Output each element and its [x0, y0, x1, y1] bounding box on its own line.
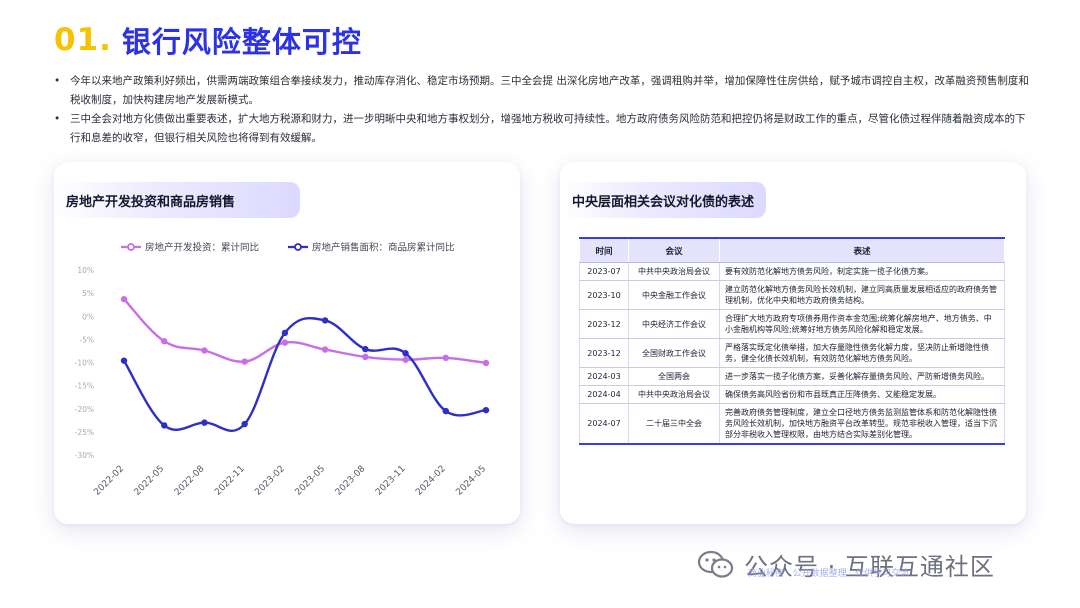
- table-row: 2023-12 全国财政工作会议 严格落实既定化债举措，加大存量隐性债务化解力度…: [579, 338, 1005, 368]
- cell-time: 2023-12: [579, 309, 629, 339]
- cell-time: 2024-07: [579, 403, 629, 445]
- y-tick-label: 0%: [82, 312, 94, 321]
- cell-statement: 进一步落实一揽子化债方案，妥善化解存量债务风险、严防新增债务风险。: [719, 367, 1005, 386]
- y-tick-label: -30%: [75, 451, 94, 460]
- data-point: [281, 339, 289, 346]
- legend-label: 房地产开发投资：累计同比: [145, 242, 259, 254]
- cell-meeting: 中共中央政治局会议: [628, 262, 720, 281]
- x-tick-label: 2023-02: [253, 464, 287, 498]
- series-line: [123, 298, 487, 365]
- cell-meeting: 全国财政工作会议: [628, 338, 720, 368]
- header-time: 时间: [579, 237, 629, 263]
- data-point: [241, 358, 248, 365]
- data-point: [362, 345, 369, 353]
- data-point: [321, 317, 329, 324]
- data-point: [362, 353, 369, 361]
- cell-meeting: 中央金融工作会议: [628, 280, 720, 310]
- cell-statement: 要有效防范化解地方债务风险，制定实施一揽子化债方案。: [719, 262, 1005, 281]
- legend-marker: [127, 243, 135, 251]
- cell-statement: 严格落实既定化债举措，加大存量隐性债务化解力度，坚决防止新增隐性债务，健全化债长…: [719, 338, 1005, 368]
- bullet-item: 今年以来地产政策利好频出，供需两端政策组合拳接续发力，推动库存消化、稳定市场预期…: [54, 72, 1032, 110]
- table-row: 2023-12 中央经济工作会议 合理扩大地方政府专项债券用作资本金范围;统筹化…: [579, 309, 1005, 339]
- chart-card: 房地产开发投资和商品房销售 10% 5% 0% -5% -10% -15% -20% -25%…: [54, 162, 520, 524]
- data-point: [241, 420, 248, 428]
- table-header-row: 时间 会议 表述: [579, 237, 1005, 263]
- table-row: 2023-07 中共中央政治局会议 要有效防范化解地方债务风险，制定实施一揽子化…: [579, 262, 1005, 281]
- cell-time: 2024-04: [579, 385, 629, 404]
- bullet-item: 三中全会对地方化债做出重要表述，扩大地方税源和财力，进一步明晰中央和地方事权划分…: [54, 110, 1032, 148]
- meeting-table: 时间 会议 表述 2023-07 中共中央政治局会议 要有效防范化解地方债务风险…: [579, 237, 1005, 445]
- legend-marker: [294, 243, 302, 251]
- y-tick-label: 10%: [77, 266, 94, 275]
- data-point: [161, 338, 168, 345]
- header-statement: 表述: [719, 237, 1005, 263]
- series-line: [122, 316, 487, 432]
- section-title: 银行风险整体可控: [121, 25, 362, 59]
- section-number: 01.: [54, 22, 112, 58]
- cell-time: 2023-07: [579, 262, 629, 281]
- cell-meeting: 全国两会: [628, 367, 720, 386]
- data-point: [120, 357, 128, 364]
- table-row: 2024-03 全国两会 进一步落实一揽子化债方案，妥善化解存量债务风险、严防新…: [579, 367, 1005, 386]
- data-point: [201, 347, 208, 354]
- table-row: 2024-07 二十届三中全会 完善政府债务管理制度，建立全口径地方债务监测监管…: [579, 403, 1005, 445]
- data-point: [321, 346, 329, 353]
- page-title: 01. 银行风险整体可控: [54, 18, 362, 62]
- cell-time: 2023-10: [579, 280, 629, 310]
- line-chart: 10%5%0%-5%-10%-15%-20%-25%-30%2022-02 202…: [75, 242, 490, 498]
- cell-meeting: 中共中央政治局会议: [628, 385, 720, 404]
- cell-time: 2023-12: [579, 338, 629, 368]
- cell-meeting: 中央经济工作会议: [628, 309, 720, 339]
- cell-statement: 合理扩大地方政府专项债券用作资本金范围;统筹化解房地产、地方债务、中小金融机构等…: [719, 309, 1005, 339]
- data-point: [482, 406, 490, 414]
- table-card-title: 中央层面相关会议对化债的表述: [560, 182, 766, 218]
- cell-statement: 完善政府债务管理制度，建立全口径地方债务监测监管体系和防范化解隐性债务风险长效机…: [719, 403, 1005, 445]
- cell-meeting: 二十届三中全会: [628, 403, 720, 445]
- x-tick-label: 2024-02: [414, 464, 448, 498]
- x-tick-label: 2022-11: [213, 464, 247, 498]
- data-point: [402, 350, 409, 357]
- table-row: 2024-04 中共中央政治局会议 确保债务高风险省份和市县既真正压降债务、又能…: [579, 385, 1005, 404]
- wechat-icon: [697, 550, 734, 578]
- data-point: [201, 419, 208, 426]
- data-point: [442, 354, 449, 362]
- data-point: [442, 407, 449, 415]
- y-tick-label: -15%: [75, 382, 94, 391]
- data-point: [482, 359, 490, 367]
- x-tick-label: 2023-11: [374, 464, 408, 498]
- header-meeting: 会议: [628, 237, 720, 263]
- x-tick-label: 2024-05: [454, 464, 488, 498]
- y-tick-label: 5%: [82, 289, 94, 298]
- y-tick-label: -10%: [75, 359, 94, 368]
- x-tick-label: 2022-02: [92, 464, 126, 498]
- cell-statement: 建立防范化解地方债务风险长效机制，建立同高质量发展相适应的政府债务管理机制，优化…: [719, 280, 1005, 310]
- cell-statement: 确保债务高风险省份和市县既真正压降债务、又能稳定发展。: [719, 385, 1005, 404]
- y-tick-label: -20%: [75, 405, 94, 414]
- data-point: [281, 329, 289, 337]
- x-tick-label: 2022-08: [173, 464, 207, 498]
- watermark-small-text: 商业秘密 · 公开数据整理 · 仅供学习交流: [748, 569, 910, 579]
- data-point: [161, 422, 168, 429]
- x-tick-label: 2023-08: [334, 464, 368, 498]
- y-tick-label: -5%: [79, 335, 94, 344]
- cell-time: 2024-03: [579, 367, 629, 386]
- data-point: [402, 356, 409, 363]
- table-row: 2023-10 中央金融工作会议 建立防范化解地方债务风险长效机制，建立同高质量…: [579, 280, 1005, 310]
- legend-label: 房地产销售面积：商品房累计同比: [312, 242, 455, 254]
- x-tick-label: 2023-05: [294, 464, 328, 498]
- summary-bullets: 今年以来地产政策利好频出，供需两端政策组合拳接续发力，推动库存消化、稳定市场预期…: [54, 72, 1032, 148]
- x-tick-label: 2022-05: [133, 464, 167, 498]
- y-tick-label: -25%: [75, 428, 94, 437]
- data-point: [120, 295, 128, 303]
- table-card: 中央层面相关会议对化债的表述 时间 会议 表述 2023-07 中共中央政治局会…: [560, 162, 1026, 524]
